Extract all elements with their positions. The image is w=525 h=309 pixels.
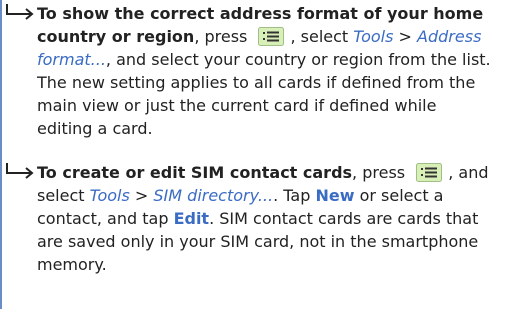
menu-key-icon: [258, 27, 285, 46]
instruction-sim-contacts: To create or edit SIM contact cards, pre…: [4, 161, 520, 276]
page-margin-bar: [0, 0, 2, 309]
para1-line2: country or region, press , select Tools …: [4, 25, 520, 48]
separator: >: [134, 186, 149, 205]
text: , press: [352, 163, 406, 182]
para2-line2: select Tools > SIM directory.... Tap New…: [4, 184, 520, 207]
tools-link: Tools: [353, 27, 394, 46]
sim-directory-link: SIM directory...: [153, 186, 274, 205]
para1-line3: format..., and select your country or re…: [4, 48, 520, 71]
address-link: Address: [417, 27, 482, 46]
text: , press: [194, 27, 248, 46]
para2-line1: To create or edit SIM contact cards, pre…: [4, 161, 520, 184]
text: , and select your country or region from…: [105, 50, 491, 69]
bold-lead: To create or edit SIM contact cards: [37, 163, 353, 182]
para2-line5: memory.: [37, 255, 107, 274]
arrow-right-hook-icon: [6, 163, 34, 179]
para1-line5: main view or just the current card if de…: [37, 96, 437, 115]
para1-line1: To show the correct address format of yo…: [4, 2, 520, 25]
text: contact, and tap: [37, 209, 169, 228]
menu-key-icon: [416, 163, 443, 182]
text: select: [37, 186, 85, 205]
new-command: New: [315, 186, 355, 205]
separator: >: [398, 27, 412, 46]
text: , select: [290, 27, 349, 46]
text: . SIM contact cards are cards that: [209, 209, 479, 228]
tools-link: Tools: [89, 186, 130, 205]
text: , and: [448, 163, 489, 182]
text: or select a: [359, 186, 444, 205]
bold-lead-cont: country or region: [37, 27, 195, 46]
format-link: format...: [37, 50, 106, 69]
instruction-address-format: To show the correct address format of yo…: [4, 2, 520, 140]
text: . Tap: [273, 186, 311, 205]
para1-line6: editing a card.: [37, 119, 153, 138]
bold-lead: To show the correct address format of yo…: [37, 4, 484, 23]
para2-line3: contact, and tap Edit. SIM contact cards…: [4, 207, 520, 230]
arrow-right-hook-icon: [6, 4, 34, 20]
edit-command: Edit: [173, 209, 210, 228]
para2-line4: are saved only in your SIM card, not in …: [37, 232, 479, 251]
para1-line4: The new setting applies to all cards if …: [37, 73, 476, 92]
